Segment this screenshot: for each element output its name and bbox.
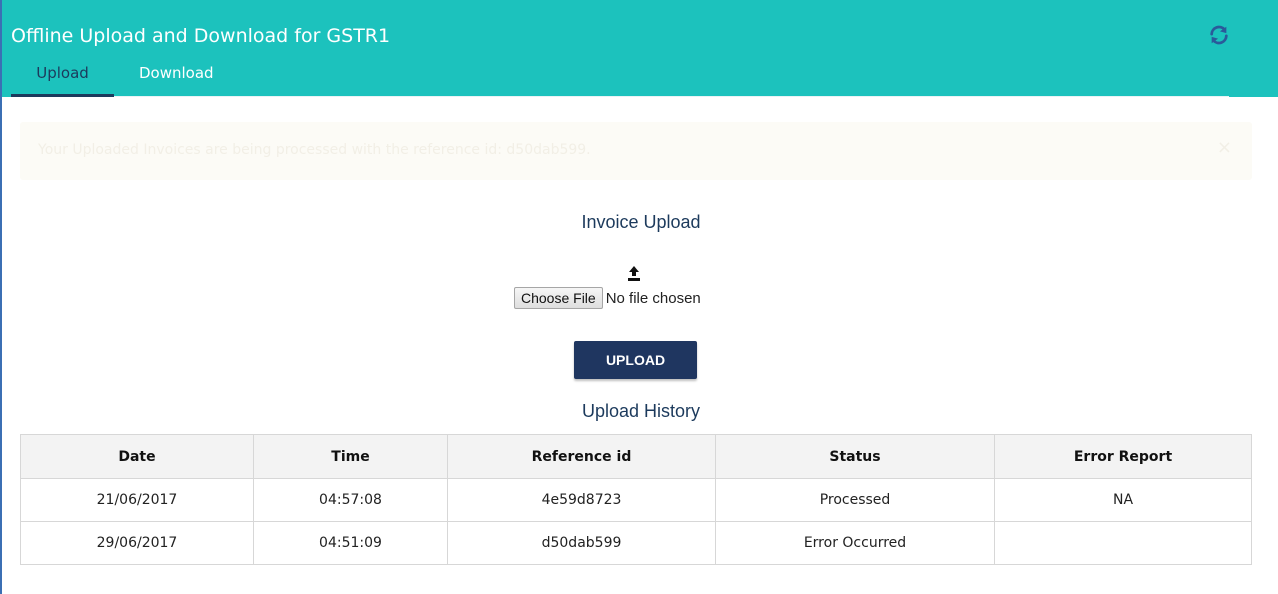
cell-error-report: NA [994,478,1252,522]
tab-download[interactable]: Download [139,60,214,95]
cell-date: 21/06/2017 [20,478,254,522]
refresh-icon[interactable] [1208,24,1230,46]
table-row: 21/06/2017 04:57:08 4e59d8723 Processed … [20,478,1252,522]
cell-reference-id: 4e59d8723 [447,478,716,522]
upload-icon [628,266,640,281]
processing-alert: Your Uploaded Invoices are being process… [20,122,1252,180]
cell-time: 04:51:09 [253,521,448,565]
page-title: Offline Upload and Download for GSTR1 [11,25,391,47]
table-header-row: Date Time Reference id Status Error Repo… [20,434,1252,479]
cell-reference-id: d50dab599 [447,521,716,565]
cell-error-report [994,521,1252,565]
cell-status: Processed [715,478,995,522]
cell-date: 29/06/2017 [20,521,254,565]
column-header-time: Time [253,434,448,479]
file-status: No file chosen [605,289,701,307]
column-header-status: Status [715,434,995,479]
tab-upload[interactable]: Upload [11,60,114,97]
invoice-upload-title: Invoice Upload [581,212,701,232]
upload-button[interactable]: UPLOAD [574,341,697,379]
table-row: 29/06/2017 04:51:09 d50dab599 Error Occu… [20,521,1252,565]
column-header-date: Date [20,434,254,479]
page-frame: Offline Upload and Download for GSTR1 Up… [0,0,1278,594]
alert-close-icon[interactable]: × [1217,137,1232,158]
file-picker: Choose File No file chosen [514,287,701,312]
upload-history-title: Upload History [581,401,701,421]
cell-time: 04:57:08 [253,478,448,522]
page-header: Offline Upload and Download for GSTR1 Up… [2,0,1278,97]
cell-status: Error Occurred [715,521,995,565]
column-header-error-report: Error Report [994,434,1252,479]
tab-underline-divider [114,96,1229,97]
upload-history-table: Date Time Reference id Status Error Repo… [20,434,1252,565]
column-header-reference-id: Reference id [447,434,716,479]
alert-message: Your Uploaded Invoices are being process… [38,142,591,158]
choose-file-button[interactable]: Choose File [514,287,603,309]
